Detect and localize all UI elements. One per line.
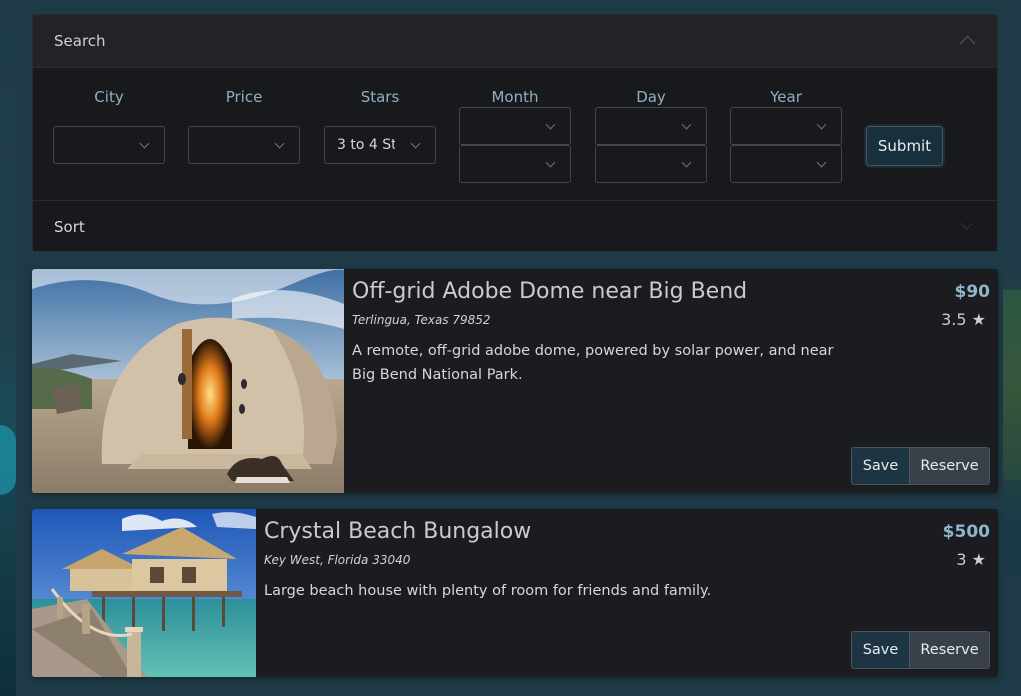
listing-title[interactable]: Crystal Beach Bungalow bbox=[264, 519, 531, 544]
stars-select[interactable]: 3 to 4 Stars bbox=[324, 126, 436, 164]
listing-actions: Save Reserve bbox=[851, 631, 990, 669]
year-label: Year bbox=[770, 88, 802, 106]
save-button[interactable]: Save bbox=[851, 447, 910, 485]
price-label: Price bbox=[225, 88, 263, 106]
listing-card: Crystal Beach Bungalow Key West, Florida… bbox=[32, 509, 998, 677]
year-to-select[interactable] bbox=[730, 145, 842, 183]
chevron-down-icon bbox=[410, 138, 421, 149]
search-filters: City Price Stars 3 to 4 Stars Month bbox=[33, 68, 997, 200]
month-from-select[interactable] bbox=[459, 107, 571, 145]
listing-card: Off-grid Adobe Dome near Big Bend Terlin… bbox=[32, 269, 998, 493]
chevron-down-icon bbox=[816, 157, 827, 168]
reserve-button[interactable]: Reserve bbox=[910, 447, 990, 485]
chevron-down-icon bbox=[681, 157, 692, 168]
listing-photo[interactable] bbox=[32, 509, 256, 677]
chevron-up-icon[interactable] bbox=[958, 32, 976, 50]
listing-price: $500 bbox=[942, 522, 990, 542]
sort-title: Sort bbox=[54, 217, 85, 236]
listing-description: Large beach house with plenty of room fo… bbox=[264, 583, 712, 599]
day-label: Day bbox=[636, 88, 666, 106]
submit-button[interactable]: Submit bbox=[866, 126, 943, 166]
background-decoration bbox=[0, 425, 16, 495]
background-decoration bbox=[1003, 290, 1021, 480]
listing-location: Key West, Florida 33040 bbox=[264, 553, 411, 567]
background-right-edge bbox=[1003, 0, 1021, 696]
city-label: City bbox=[94, 88, 124, 106]
listing-location: Terlingua, Texas 79852 bbox=[352, 313, 491, 327]
listing-title[interactable]: Off-grid Adobe Dome near Big Bend bbox=[352, 279, 747, 304]
listing-price: $90 bbox=[954, 282, 991, 302]
chevron-down-icon[interactable] bbox=[958, 218, 976, 236]
chevron-down-icon bbox=[545, 119, 556, 130]
search-accordion-header[interactable]: Search bbox=[33, 15, 997, 68]
stars-select-value: 3 to 4 Stars bbox=[337, 137, 395, 153]
background-left-edge bbox=[0, 0, 16, 696]
day-from-select[interactable] bbox=[595, 107, 707, 145]
chevron-down-icon bbox=[681, 119, 692, 130]
city-select[interactable] bbox=[53, 126, 165, 164]
chevron-down-icon bbox=[139, 138, 150, 149]
listing-description: A remote, off-grid adobe dome, powered b… bbox=[352, 343, 834, 383]
listing-rating: 3.5 ★ bbox=[941, 310, 986, 329]
month-to-select[interactable] bbox=[459, 145, 571, 183]
year-from-select[interactable] bbox=[730, 107, 842, 145]
listing-photo[interactable] bbox=[32, 269, 344, 493]
chevron-down-icon bbox=[545, 157, 556, 168]
sort-accordion-header[interactable]: Sort bbox=[33, 200, 997, 252]
search-title: Search bbox=[54, 32, 106, 50]
save-button[interactable]: Save bbox=[851, 631, 910, 669]
chevron-down-icon bbox=[816, 119, 827, 130]
reserve-button[interactable]: Reserve bbox=[910, 631, 990, 669]
day-to-select[interactable] bbox=[595, 145, 707, 183]
listing-rating: 3 ★ bbox=[956, 550, 986, 569]
listing-actions: Save Reserve bbox=[851, 447, 990, 485]
stars-label: Stars bbox=[360, 88, 400, 106]
price-select[interactable] bbox=[188, 126, 300, 164]
month-label: Month bbox=[491, 88, 539, 106]
chevron-down-icon bbox=[274, 138, 285, 149]
search-panel: Search City Price Stars 3 to 4 Stars bbox=[32, 14, 998, 252]
